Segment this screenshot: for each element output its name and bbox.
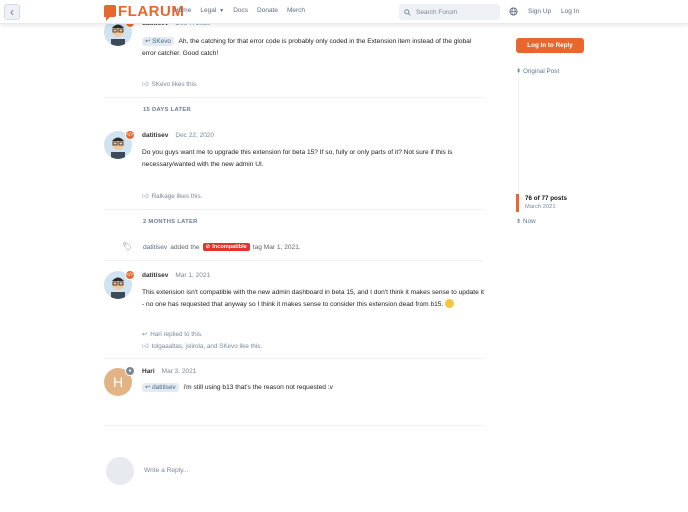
post-text: i'm still using b13 that's the reason no… [183, 384, 333, 391]
nav-legal[interactable]: Legal ▼ [200, 7, 224, 14]
nav-home[interactable]: Home [174, 7, 191, 14]
nav-legal-label: Legal [200, 7, 217, 14]
chevron-down-icon: ▼ [219, 8, 225, 14]
post-author[interactable]: datitisev [142, 272, 168, 279]
thumbs-up-icon: 👍︎ [142, 343, 149, 350]
divider [104, 97, 484, 98]
likes-summary[interactable]: 👍︎ tolgaaaltas, jslirola, and SKevo like… [142, 342, 263, 351]
search-icon [404, 8, 411, 16]
time-gap-label: 2 MONTHS LATER [143, 219, 198, 225]
divider [104, 260, 484, 261]
post-body: Do you guys want me to upgrade this exte… [142, 149, 453, 168]
replies-summary[interactable]: ↩ Hari replied to this. [142, 331, 203, 338]
scrubber-position: 76 of 77 posts [525, 195, 567, 202]
nav-donate[interactable]: Donate [257, 7, 278, 14]
post-date[interactable]: Mar 3, 2021 [162, 368, 197, 375]
main-nav: Home Legal ▼ Docs Donate Merch [174, 7, 305, 14]
tag-label: Incompatible [212, 244, 247, 250]
post-text: Ah, the catching for that error code is … [142, 38, 472, 57]
signup-button[interactable]: Sign Up [528, 8, 551, 15]
event-suffix: tag Mar 1, 2021. [252, 243, 301, 251]
post-date[interactable]: Dec 22, 2020 [175, 132, 214, 139]
post-meta: Hari Mar 3, 2021 [142, 368, 196, 375]
divider [104, 425, 484, 426]
post-author[interactable]: datitisev [142, 132, 168, 139]
smile-emoji-icon [445, 299, 455, 309]
login-to-reply-button[interactable]: Log In to Reply [516, 38, 584, 53]
post-4: H ● Hari Mar 3, 2021 ↩ datitisev i'm sti… [104, 366, 486, 422]
nav-docs[interactable]: Docs [233, 7, 248, 14]
developer-badge-icon: </> [125, 130, 135, 140]
post-text: This extension isn't compatible with the… [142, 289, 484, 308]
post-1: </> datitisev Dec 7, 2020 ↩ SKevo Ah, th… [104, 16, 486, 94]
page: ‹ FLARUM Home Legal ▼ Docs Donate Merch S… [0, 0, 688, 512]
developer-badge-icon: </> [125, 270, 135, 280]
time-gap-label: 15 DAYS LATER [143, 107, 192, 113]
original-post-label: Original Post [523, 68, 560, 75]
mention-link[interactable]: ↩ datitisev [142, 383, 179, 392]
post-meta: datitisev Mar 1, 2021 [142, 272, 210, 279]
post-body: ↩ datitisev i'm still using b13 that's t… [142, 382, 484, 394]
divider [104, 209, 484, 210]
reply-avatar [106, 457, 134, 485]
globe-icon[interactable] [509, 7, 518, 16]
now-link[interactable]: ⇟ Now [516, 218, 536, 225]
nav-merch[interactable]: Merch [287, 7, 305, 14]
thumbs-up-icon: 👍︎ [142, 81, 149, 88]
likes-text: Ralkage likes this. [151, 192, 203, 200]
search-placeholder: Search Forum [416, 8, 458, 16]
scrubber-handle[interactable] [516, 194, 519, 212]
reply-icon: ↩ [142, 331, 148, 338]
mention-user: SKevo [152, 38, 171, 45]
likes-summary[interactable]: 👍︎ Ralkage likes this. [142, 192, 203, 201]
tag-icon: 🏷︎ [122, 242, 133, 251]
event-user[interactable]: datitisev [143, 244, 167, 251]
post-body: This extension isn't compatible with the… [142, 287, 484, 310]
likes-text: SKevo likes this. [151, 80, 198, 88]
logo-icon [104, 5, 116, 21]
login-button[interactable]: Log In [561, 8, 579, 15]
back-button[interactable]: ‹ [4, 4, 20, 20]
reply-placeholder[interactable]: Write a Reply... [144, 467, 188, 474]
ban-icon: ⊘ [205, 244, 211, 250]
post-3: </> datitisev Mar 1, 2021 This extension… [104, 268, 486, 352]
event-post: datitisev added the ⊘ Incompatible tag Ma… [143, 243, 301, 251]
user-badge-icon: ● [125, 366, 135, 376]
scrubber-date: March 2021 [525, 204, 556, 210]
mention-user: datitisev [152, 384, 176, 391]
replied-text: Hari replied to this. [150, 331, 203, 338]
scrubber-track[interactable] [518, 78, 519, 213]
post-meta: datitisev Dec 22, 2020 [142, 132, 214, 139]
thumbs-up-icon: 👍︎ [142, 193, 149, 200]
post-2: </> datitisev Dec 22, 2020 Do you guys w… [104, 128, 486, 204]
post-author[interactable]: Hari [142, 368, 155, 375]
likes-summary[interactable]: 👍︎ SKevo likes this. [142, 80, 198, 89]
incompatible-tag[interactable]: ⊘ Incompatible [202, 243, 250, 251]
search-input[interactable]: Search Forum [399, 4, 500, 20]
post-date[interactable]: Mar 1, 2021 [175, 272, 210, 279]
header: ‹ FLARUM Home Legal ▼ Docs Donate Merch S… [0, 0, 688, 24]
event-action: added the [170, 243, 200, 251]
now-label: Now [523, 218, 536, 225]
likes-text: tolgaaaltas, jslirola, and SKevo like th… [151, 342, 263, 350]
original-post-link[interactable]: ⇞ Original Post [516, 68, 559, 75]
logo[interactable]: FLARUM [104, 2, 184, 21]
divider [104, 358, 484, 359]
post-body: ↩ SKevo Ah, the catching for that error … [142, 36, 484, 59]
mention-link[interactable]: ↩ SKevo [142, 37, 174, 46]
